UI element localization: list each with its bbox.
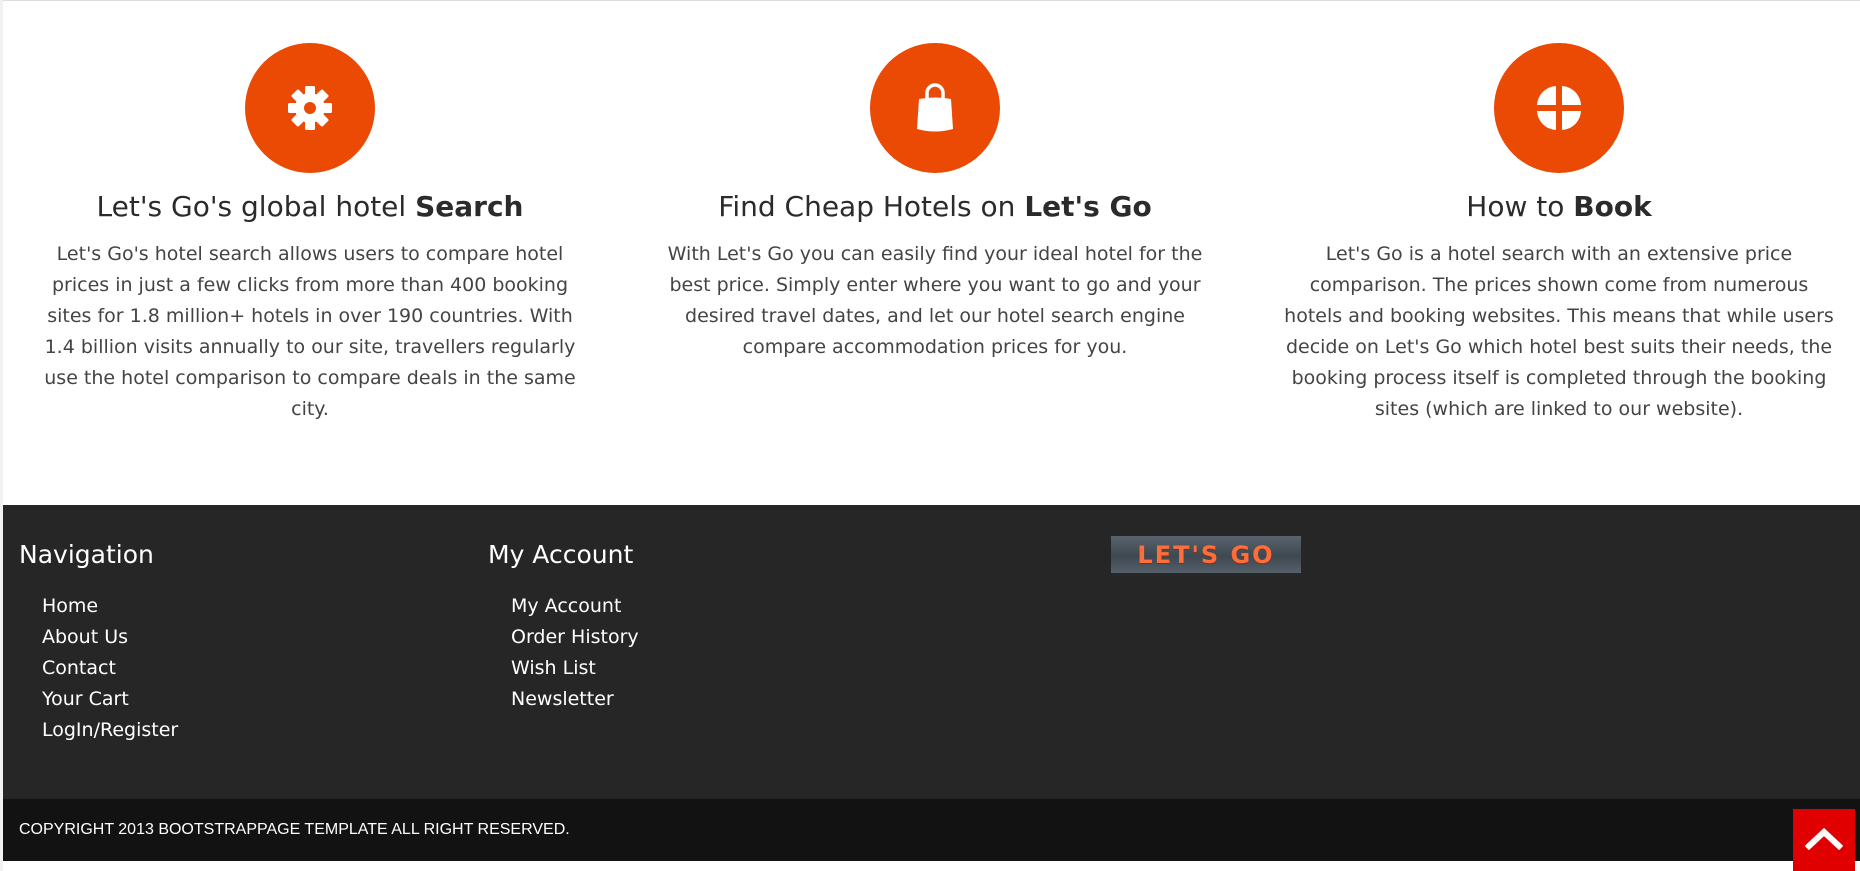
footer-navigation: Navigation Home About Us Contact Your Ca…	[19, 535, 178, 746]
feature-title-prefix: How to	[1466, 190, 1574, 223]
feature-description: Let's Go is a hotel search with an exten…	[1284, 243, 1834, 420]
footer-my-account: My Account My Account Order History Wish…	[488, 535, 639, 715]
footer-link-about-us[interactable]: About Us	[42, 622, 178, 653]
feature-cheap-hotels: Find Cheap Hotels on Let's Go With Let's…	[655, 43, 1215, 363]
grid-circle-icon	[1534, 83, 1584, 133]
footer-account-heading: My Account	[488, 540, 634, 569]
feature-description: Let's Go's hotel search allows users to …	[44, 243, 576, 420]
feature-search: Let's Go's global hotel Search Let's Go'…	[30, 43, 590, 425]
feature-title-bold: Let's Go	[1024, 190, 1152, 223]
feature-icon-circle	[1494, 43, 1624, 173]
feature-how-to-book: How to Book Let's Go is a hotel search w…	[1279, 43, 1839, 425]
feature-title-prefix: Let's Go's global hotel	[96, 190, 416, 223]
feature-description: With Let's Go you can easily find your i…	[667, 243, 1203, 358]
feature-icon-circle	[870, 43, 1000, 173]
features-section: Let's Go's global hotel Search Let's Go'…	[3, 1, 1860, 505]
footer-link-my-account[interactable]: My Account	[511, 591, 639, 622]
footer-link-login-register[interactable]: LogIn/Register	[42, 715, 178, 746]
footer-logo[interactable]: LET'S GO	[1111, 536, 1301, 573]
feature-title: How to Book	[1279, 189, 1839, 225]
footer-navigation-list: Home About Us Contact Your Cart LogIn/Re…	[19, 591, 178, 746]
gear-icon	[286, 84, 334, 132]
feature-title: Find Cheap Hotels on Let's Go	[655, 189, 1215, 225]
footer-logo-text: LET'S GO	[1137, 540, 1275, 569]
footer-link-newsletter[interactable]: Newsletter	[511, 684, 639, 715]
feature-title-prefix: Find Cheap Hotels on	[718, 190, 1025, 223]
feature-title: Let's Go's global hotel Search	[30, 189, 590, 225]
footer-link-your-cart[interactable]: Your Cart	[42, 684, 178, 715]
copyright-bar: COPYRIGHT 2013 BOOTSTRAPPAGE TEMPLATE AL…	[3, 799, 1860, 861]
feature-icon-circle	[245, 43, 375, 173]
shopping-bag-icon	[915, 82, 955, 134]
page: Let's Go's global hotel Search Let's Go'…	[3, 0, 1860, 871]
footer-navigation-heading: Navigation	[19, 540, 154, 569]
feature-title-bold: Search	[415, 190, 524, 223]
footer-account-list: My Account Order History Wish List Newsl…	[488, 591, 639, 715]
back-to-top-button[interactable]	[1793, 809, 1855, 871]
chevron-up-icon	[1804, 826, 1844, 854]
footer-link-order-history[interactable]: Order History	[511, 622, 639, 653]
footer-link-contact[interactable]: Contact	[42, 653, 178, 684]
footer-link-home[interactable]: Home	[42, 591, 178, 622]
copyright-text: COPYRIGHT 2013 BOOTSTRAPPAGE TEMPLATE AL…	[19, 821, 570, 838]
feature-title-bold: Book	[1573, 190, 1652, 223]
footer-link-wish-list[interactable]: Wish List	[511, 653, 639, 684]
footer: Navigation Home About Us Contact Your Ca…	[3, 505, 1860, 799]
